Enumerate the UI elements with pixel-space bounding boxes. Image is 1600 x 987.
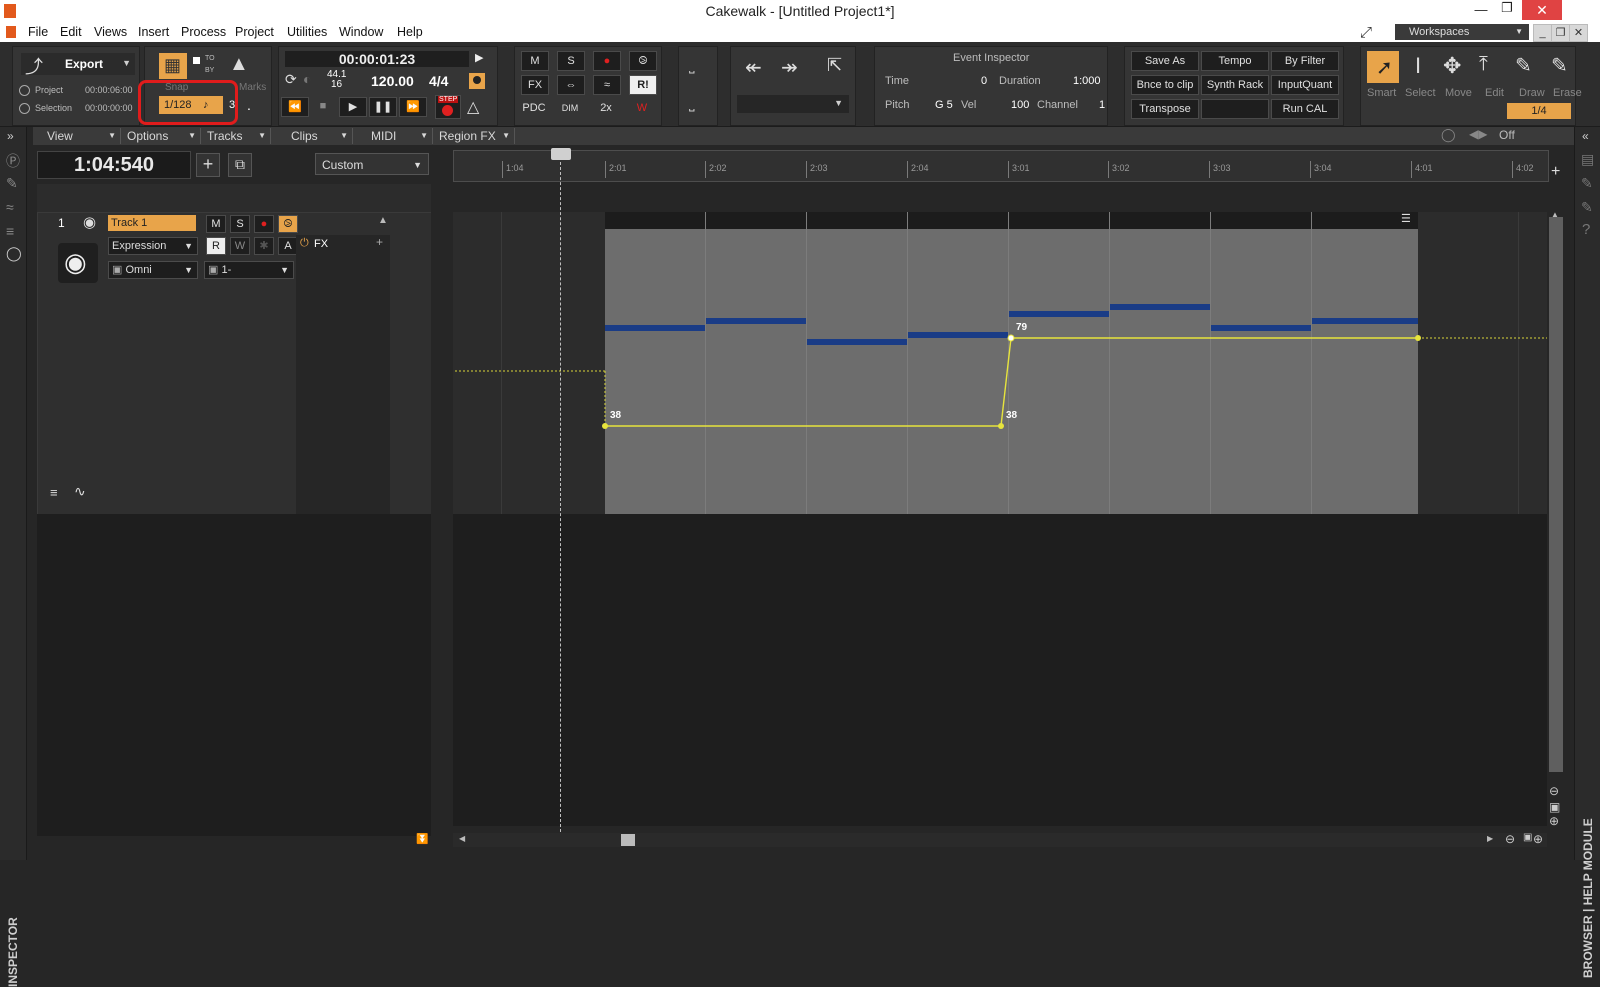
zoom-fit-icon[interactable]: ▣ bbox=[1549, 800, 1560, 814]
now-time-line bbox=[560, 152, 562, 832]
now-marker[interactable] bbox=[551, 148, 571, 160]
h-zoom-out-icon[interactable]: ⊖ bbox=[1505, 832, 1515, 846]
zoom-out-icon[interactable]: ⊖ bbox=[1549, 784, 1559, 798]
vertical-scrollbar[interactable] bbox=[1549, 217, 1563, 772]
track-pane-toggle-icon[interactable]: ⏬ bbox=[416, 834, 428, 845]
horizontal-scrollbar[interactable]: ◀ ▶ ⊖ ▣ ⊕ bbox=[453, 832, 1547, 847]
scroll-up-icon[interactable]: ▲ bbox=[1551, 210, 1559, 219]
h-zoom-in-icon[interactable]: ⊕ bbox=[1533, 832, 1543, 846]
envelope-node-label: 38 bbox=[610, 410, 622, 421]
scroll-right-icon[interactable]: ▶ bbox=[1487, 834, 1493, 843]
envelope-node-label: 79 bbox=[1016, 322, 1028, 333]
scroll-left-icon[interactable]: ◀ bbox=[459, 834, 465, 843]
empty-clips-area[interactable] bbox=[453, 514, 1547, 826]
h-zoom-fit-icon[interactable]: ▣ bbox=[1523, 832, 1532, 843]
scroll-thumb[interactable] bbox=[621, 834, 635, 846]
inspector-label[interactable]: INSPECTOR bbox=[6, 917, 20, 987]
zoom-in-icon[interactable]: ⊕ bbox=[1549, 814, 1559, 828]
envelope-node-label: 38 bbox=[1006, 410, 1018, 421]
